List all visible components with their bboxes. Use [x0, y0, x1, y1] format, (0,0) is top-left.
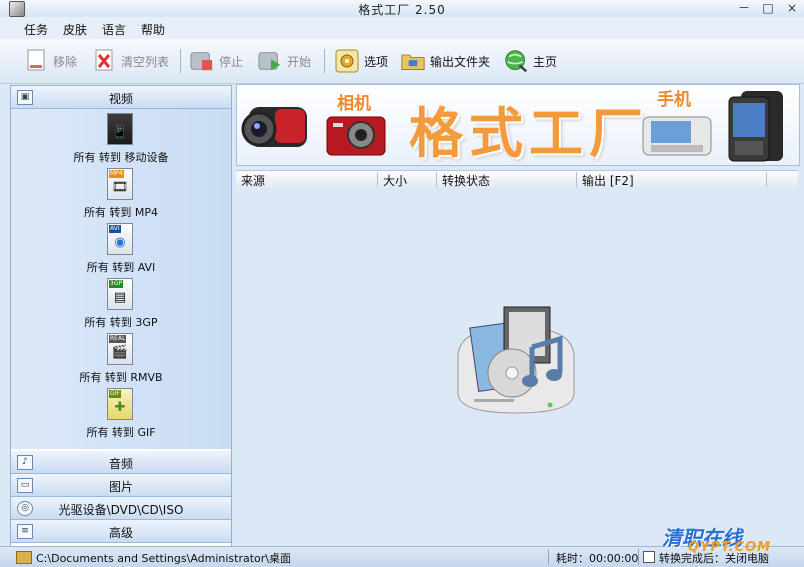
list-item-label: 所有 转到 GIF	[86, 426, 156, 439]
remove-button[interactable]: 移除	[24, 48, 77, 74]
category-picture-label: 图片	[108, 480, 133, 494]
list-item-label: 所有 转到 RMVB	[79, 371, 163, 384]
gif-file-icon: GIF ✚	[107, 388, 133, 420]
home-button[interactable]: 主页	[504, 48, 557, 74]
elapsed-time: 耗时：00:00:00	[556, 552, 639, 565]
list-item-mp4[interactable]: MP4 🎞 所有 转到 MP4	[11, 168, 231, 223]
gear-icon	[335, 49, 359, 73]
category-sidebar: ▣ 视频 📱 所有 转到 移动设备 MP4 🎞 所有 转到 MP4 AVI ◉ 所有…	[10, 85, 232, 547]
stop-icon	[190, 49, 214, 73]
toolbar-separator	[180, 49, 181, 73]
mp4-file-icon: MP4 🎞	[107, 168, 133, 200]
watermark-domain: QYPT.COM	[688, 540, 772, 555]
camera-image	[326, 116, 386, 156]
toolbar: 移除 清空列表 停止 开始 选项 输出文件夹 主页	[0, 39, 804, 84]
start-icon	[258, 49, 282, 73]
list-item-mobile[interactable]: 📱 所有 转到 移动设备	[11, 113, 231, 168]
category-rom-label: 光驱设备\DVD\CD\ISO	[58, 503, 184, 517]
maximize-button[interactable]: □	[760, 1, 776, 15]
list-item-label: 所有 转到 移动设备	[73, 151, 169, 164]
list-item-rmvb[interactable]: REAL 🎬 所有 转到 RMVB	[11, 333, 231, 388]
menu-skin[interactable]: 皮肤	[63, 21, 87, 38]
smartphone-image	[728, 91, 783, 162]
status-divider	[638, 549, 639, 565]
format-factory-logo	[457, 306, 575, 414]
category-advanced-label: 高级	[108, 526, 133, 540]
start-label: 开始	[287, 54, 312, 69]
video-format-list: 📱 所有 转到 移动设备 MP4 🎞 所有 转到 MP4 AVI ◉ 所有 转到 A…	[11, 109, 231, 449]
output-folder-label: 输出文件夹	[430, 54, 491, 69]
mobile-device-icon: 📱	[107, 113, 133, 145]
category-picture[interactable]: ▭ 图片	[11, 474, 231, 497]
phone-label: 手机	[657, 90, 691, 110]
list-item-3gp[interactable]: 3GP ▤ 所有 转到 3GP	[11, 278, 231, 333]
task-list-header: 来源 大小 转换状态 输出 [F2]	[236, 170, 798, 189]
output-folder-button[interactable]: 输出文件夹	[401, 48, 490, 74]
rmvb-file-icon: REAL 🎬	[107, 333, 133, 365]
category-audio[interactable]: ♪ 音频	[11, 451, 231, 474]
stop-button[interactable]: 停止	[190, 48, 243, 74]
menu-help[interactable]: 帮助	[141, 21, 165, 38]
options-button[interactable]: 选项	[335, 48, 388, 74]
category-video-label: 视频	[108, 92, 133, 106]
camcorder-image	[241, 107, 307, 147]
3gp-file-icon: 3GP ▤	[107, 278, 133, 310]
minimize-button[interactable]: －	[736, 1, 752, 15]
category-rom[interactable]: ◎ 光驱设备\DVD\CD\ISO	[11, 497, 231, 520]
close-button[interactable]: ×	[784, 1, 800, 15]
category-audio-label: 音频	[108, 457, 133, 471]
camera-label: 相机	[337, 94, 371, 114]
menu-bar: 任务 皮肤 语言 帮助	[0, 17, 804, 39]
clear-list-label: 清空列表	[121, 54, 170, 69]
clear-list-icon	[92, 49, 116, 73]
remove-icon	[24, 49, 48, 73]
list-item-label: 所有 转到 3GP	[84, 316, 158, 329]
options-label: 选项	[364, 54, 389, 69]
start-button[interactable]: 开始	[258, 48, 311, 74]
window-title: 格式工厂 2.50	[358, 3, 446, 17]
status-divider	[548, 549, 549, 565]
list-item-avi[interactable]: AVI ◉ 所有 转到 AVI	[11, 223, 231, 278]
list-item-label: 所有 转到 AVI	[86, 261, 156, 274]
column-status[interactable]: 转换状态	[437, 172, 577, 188]
column-size[interactable]: 大小	[378, 172, 437, 188]
title-bar: 格式工厂 2.50 － □ ×	[0, 0, 804, 18]
avi-file-icon: AVI ◉	[107, 223, 133, 255]
folder-icon	[16, 551, 32, 564]
globe-icon	[504, 49, 528, 73]
phone-image	[642, 116, 712, 156]
task-list[interactable]	[236, 188, 798, 545]
list-item-label: 所有 转到 MP4	[83, 206, 159, 219]
column-output[interactable]: 输出 [F2]	[577, 172, 767, 188]
shutdown-checkbox[interactable]	[643, 551, 655, 563]
category-advanced[interactable]: ≡ 高级	[11, 520, 231, 543]
home-label: 主页	[533, 54, 558, 69]
menu-language[interactable]: 语言	[102, 21, 126, 38]
brand-title: 格式工厂	[409, 102, 649, 165]
clear-list-button[interactable]: 清空列表	[92, 48, 169, 74]
category-video[interactable]: ▣ 视频	[11, 86, 231, 109]
toolbar-separator	[324, 49, 325, 73]
list-item-gif[interactable]: GIF ✚ 所有 转到 GIF	[11, 388, 231, 443]
stop-label: 停止	[219, 54, 244, 69]
column-source[interactable]: 来源	[236, 172, 378, 188]
menu-task[interactable]: 任务	[24, 21, 48, 38]
folder-icon	[401, 49, 425, 73]
output-path: C:\Documents and Settings\Administrator\…	[36, 552, 292, 565]
remove-label: 移除	[53, 54, 78, 69]
promo-banner: 相机 格式工厂 手机	[236, 84, 800, 166]
